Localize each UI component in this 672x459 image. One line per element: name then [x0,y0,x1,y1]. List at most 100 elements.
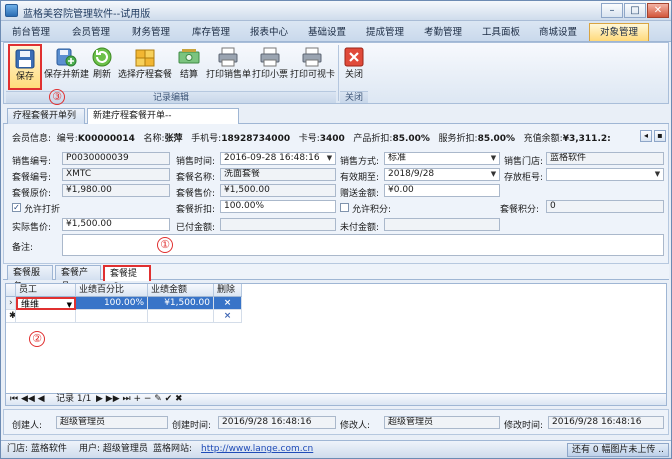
pager-nav-next[interactable]: ▶ ▶▶ ⏭ + − ✎ ✔ ✖ [96,394,183,405]
gift-amount-field[interactable]: ¥0.00 [384,184,500,197]
tab-object-management[interactable]: 对象管理 [589,23,649,41]
modified-time-field[interactable]: 2016/9/28 16:48:16 [548,416,664,429]
product-discount: 85.00% [392,134,430,144]
modifier-field[interactable]: 超级管理员 [384,416,500,429]
print-sales-slip-button[interactable]: 打印销售单 [206,44,251,90]
close-window-button[interactable]: ✕ [647,3,669,18]
unpaid-amount-label: 未付金额: [340,223,380,233]
percent-cell[interactable] [76,310,148,323]
site-link[interactable]: http://www.lange.com.cn [201,444,313,454]
tab-tools[interactable]: 工具面板 [475,23,527,41]
tab-new-package-order[interactable]: 新建疗程套餐开单--P0030000039 [87,108,239,136]
save-button[interactable]: 保存 [8,44,42,90]
tab-mall-settings[interactable]: 商城设置 [531,23,585,41]
select-package-label: 选择疗程套餐 [118,70,173,80]
cabinet-select[interactable]: ▼ [546,168,664,181]
sales-time-field[interactable]: 2016-09-28 16:48:16 ▼ [220,152,336,165]
status-store: 门店: 蓝格软件 [7,444,67,454]
ribbon-separator [338,45,339,101]
checkout-button[interactable]: 结算 [176,44,202,90]
commission-grid: 员工 业绩百分比 业绩金额 删除 › 维维 ▼ 100.00% ¥1,500.00… [5,283,667,401]
actual-price-field[interactable]: ¥1,500.00 [62,218,170,231]
tab-inventory[interactable]: 库存管理 [185,23,237,41]
allow-points-checkbox[interactable] [340,203,349,212]
tab-finance[interactable]: 财务管理 [125,23,177,41]
pager-nav-first[interactable]: ⏮ ◀◀ ◀ [10,394,45,405]
column-header-amount[interactable]: 业绩金额 [148,284,214,297]
chevron-down-icon[interactable]: ▼ [67,299,72,308]
title-bar: 蓝格美容院管理软件--试用版 – □ ✕ [1,1,671,21]
employee-cell[interactable] [16,310,76,323]
annotation-mark-1: ① [157,237,173,253]
sales-no-label: 销售编号: [12,157,52,167]
tab-basic-settings[interactable]: 基础设置 [301,23,353,41]
chevron-down-icon[interactable]: ▼ [489,170,498,179]
close-button[interactable]: 关闭 [342,44,366,90]
tab-commission[interactable]: 提成管理 [359,23,411,41]
package-discount-label: 套餐折扣: [176,205,216,215]
sales-mode-select[interactable]: 标准 ▼ [384,152,500,165]
delete-row-icon[interactable]: × [214,310,242,323]
print-visual-card-button[interactable]: 打印可视卡 [290,44,336,90]
column-header-delete[interactable]: 删除 [214,284,242,297]
modifier-label: 修改人: [340,421,371,431]
created-time-field[interactable]: 2016/9/28 16:48:16 [218,416,336,429]
valid-until-field[interactable]: 2018/9/28 ▼ [384,168,500,181]
paid-amount-field[interactable] [220,218,336,231]
tab-package-products[interactable]: 套餐产品 [55,265,101,292]
package-name-field[interactable]: 洗面套餐 [220,168,336,181]
chevron-down-icon[interactable]: ▼ [489,154,498,163]
amount-cell[interactable]: ¥1,500.00 [148,297,214,310]
package-no-field[interactable]: XMTC [62,168,170,181]
member-search-icon[interactable]: ◂ [640,130,652,142]
tab-reports[interactable]: 报表中心 [243,23,295,41]
tab-package-commission[interactable]: 套餐提成 [103,265,151,293]
print-visual-card-label: 打印可视卡 [290,70,336,80]
app-window: 蓝格美容院管理软件--试用版 – □ ✕ 前台管理 会员管理 财务管理 库存管理… [0,0,672,459]
amount-cell[interactable] [148,310,214,323]
pager-record-count: 记录 1/1 [56,394,92,404]
cash-icon [178,49,200,64]
column-header-employee[interactable]: 员工 [16,284,76,297]
upload-status[interactable]: 还有 0 幅图片未上传 .. [566,443,669,457]
package-name-label: 套餐名称: [176,173,216,183]
package-discount-field[interactable]: 100.00% [220,200,336,213]
sales-no-field[interactable]: P0030000039 [62,152,170,165]
allow-discount-checkbox[interactable]: ✓ [12,203,21,212]
remark-textarea[interactable] [62,234,664,256]
employee-select[interactable]: 维维 ▼ [16,297,76,310]
print-receipt-button[interactable]: 打印小票 [252,44,288,90]
member-card-icon[interactable]: ▪ [654,130,666,142]
audit-panel: 创建人: 超级管理员 创建时间: 2016/9/28 16:48:16 修改人:… [3,409,669,435]
tab-members[interactable]: 会员管理 [65,23,117,41]
tab-attendance[interactable]: 考勤管理 [417,23,469,41]
package-points-field[interactable]: 0 [546,200,664,213]
valid-until-label: 有效期至: [340,173,380,183]
save-and-new-button[interactable]: 保存并新建 [44,44,89,90]
sale-price-field[interactable]: ¥1,500.00 [220,184,336,197]
original-price-field[interactable]: ¥1,980.00 [62,184,170,197]
select-package-button[interactable]: 选择疗程套餐 [118,44,172,90]
service-discount-label: 服务折扣: [438,134,478,144]
tab-package-services[interactable]: 套餐服务 [7,265,53,292]
tab-package-order-list[interactable]: 疗程套餐开单列表 [7,108,85,136]
remark-label: 备注: [12,243,34,253]
tab-frontdesk[interactable]: 前台管理 [5,23,57,41]
store-field[interactable]: 蓝格软件 [546,152,664,165]
delete-row-icon[interactable]: × [214,297,242,310]
unpaid-amount-field[interactable] [384,218,500,231]
maximize-button[interactable]: □ [624,3,646,18]
percent-cell[interactable]: 100.00% [76,297,148,310]
column-header-percent[interactable]: 业绩百分比 [76,284,148,297]
minimize-button[interactable]: – [601,3,623,18]
status-site-label: 蓝格网站: [153,444,193,454]
product-discount-label: 产品折扣: [353,134,393,144]
group-label-close: 关闭 [340,91,368,103]
annotation-mark-2: ② [29,331,45,347]
refresh-button[interactable]: 刷新 [90,44,114,90]
member-name-label: 名称: [143,134,165,144]
chevron-down-icon[interactable]: ▼ [653,170,662,179]
creator-field[interactable]: 超级管理员 [56,416,168,429]
close-label: 关闭 [344,70,363,80]
chevron-down-icon[interactable]: ▼ [325,154,334,163]
